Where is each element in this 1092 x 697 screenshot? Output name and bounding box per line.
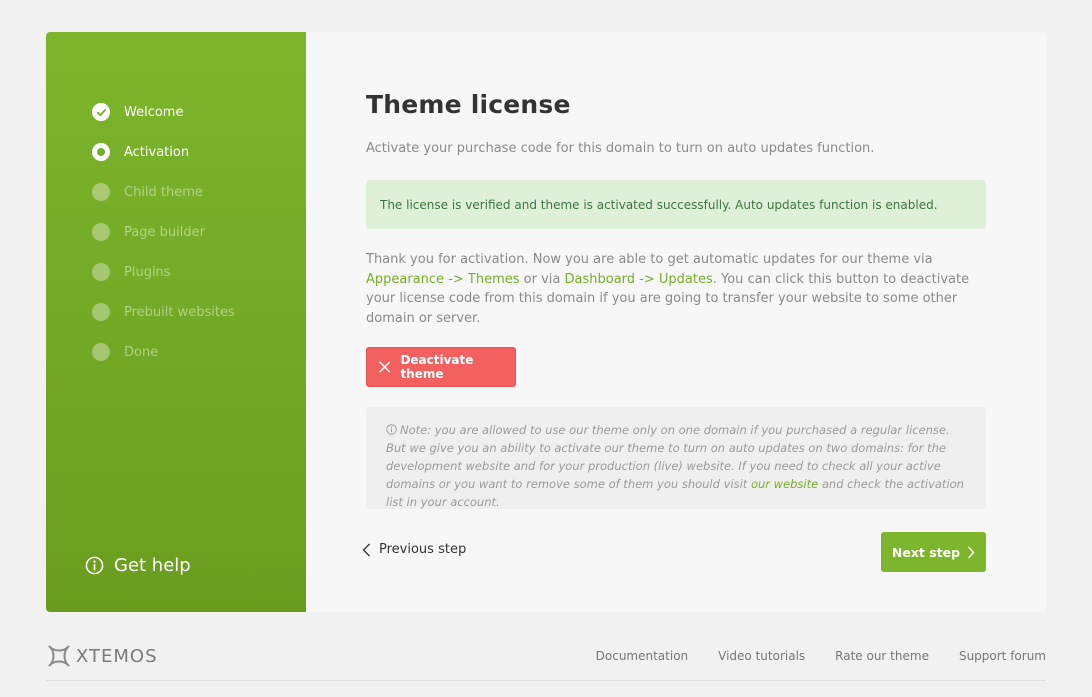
rate-our-theme-link[interactable]: Rate our theme [835, 649, 929, 663]
video-tutorials-link[interactable]: Video tutorials [718, 649, 805, 663]
success-message: The license is verified and theme is act… [380, 197, 938, 212]
chevron-right-icon [968, 546, 975, 558]
step-label: Activation [124, 144, 190, 160]
info-text-part: or via [519, 271, 565, 287]
pending-step-icon [92, 183, 110, 201]
xtemos-logo[interactable]: XTEMOS [46, 643, 158, 669]
pending-step-icon [92, 343, 110, 361]
previous-step-label: Previous step [379, 542, 467, 557]
pending-step-icon [92, 263, 110, 281]
page-footer: XTEMOS Documentation Video tutorials Rat… [46, 640, 1046, 681]
info-icon [85, 556, 104, 575]
step-plugins[interactable]: Plugins [92, 252, 235, 292]
step-page-builder[interactable]: Page builder [92, 212, 235, 252]
get-help-link[interactable]: Get help [85, 555, 191, 576]
chevron-left-icon [362, 543, 370, 556]
step-label: Plugins [124, 264, 171, 280]
our-website-link[interactable]: our website [751, 477, 818, 491]
wizard-steps: Welcome Activation Child theme Page buil… [92, 92, 235, 372]
xtemos-logo-icon [48, 645, 70, 667]
documentation-link[interactable]: Documentation [596, 649, 689, 663]
pending-step-icon [92, 303, 110, 321]
page-subtitle: Activate your purchase code for this dom… [366, 141, 875, 156]
support-forum-link[interactable]: Support forum [959, 649, 1046, 663]
step-label: Page builder [124, 224, 205, 240]
wizard-content: Theme license Activate your purchase cod… [306, 32, 1046, 612]
step-label: Welcome [124, 104, 184, 120]
step-label: Done [124, 344, 159, 360]
footer-nav: Documentation Video tutorials Rate our t… [566, 649, 1046, 663]
step-welcome[interactable]: Welcome [92, 92, 235, 132]
wizard-sidebar: Welcome Activation Child theme Page buil… [46, 32, 306, 612]
logo-text: XTEMOS [76, 645, 158, 667]
step-done[interactable]: Done [92, 332, 235, 372]
next-step-button[interactable]: Next step [881, 532, 986, 572]
step-label: Child theme [124, 184, 203, 200]
step-child-theme[interactable]: Child theme [92, 172, 235, 212]
step-prebuilt-websites[interactable]: Prebuilt websites [92, 292, 235, 332]
success-alert: The license is verified and theme is act… [366, 180, 986, 229]
previous-step-button[interactable]: Previous step [362, 542, 466, 557]
info-text-part: Thank you for activation. Now you are ab… [366, 252, 933, 267]
active-step-icon [92, 143, 110, 161]
activation-info: Thank you for activation. Now you are ab… [366, 250, 976, 328]
license-note: Note: you are allowed to use our theme o… [366, 407, 986, 509]
next-step-label: Next step [891, 544, 961, 560]
appearance-themes-link[interactable]: Appearance -> Themes [366, 272, 520, 287]
pending-step-icon [92, 223, 110, 241]
dashboard-updates-link[interactable]: Dashboard -> Updates [565, 272, 713, 287]
deactivate-label: Deactivate theme [400, 353, 474, 381]
deactivate-theme-button[interactable]: Deactivate theme [366, 347, 516, 387]
page-title: Theme license [366, 90, 571, 119]
setup-wizard: Welcome Activation Child theme Page buil… [46, 32, 1046, 612]
step-label: Prebuilt websites [124, 304, 235, 320]
step-activation[interactable]: Activation [92, 132, 235, 172]
check-icon [92, 103, 110, 121]
close-icon [379, 361, 391, 373]
info-icon [386, 424, 397, 435]
get-help-label: Get help [114, 555, 191, 576]
